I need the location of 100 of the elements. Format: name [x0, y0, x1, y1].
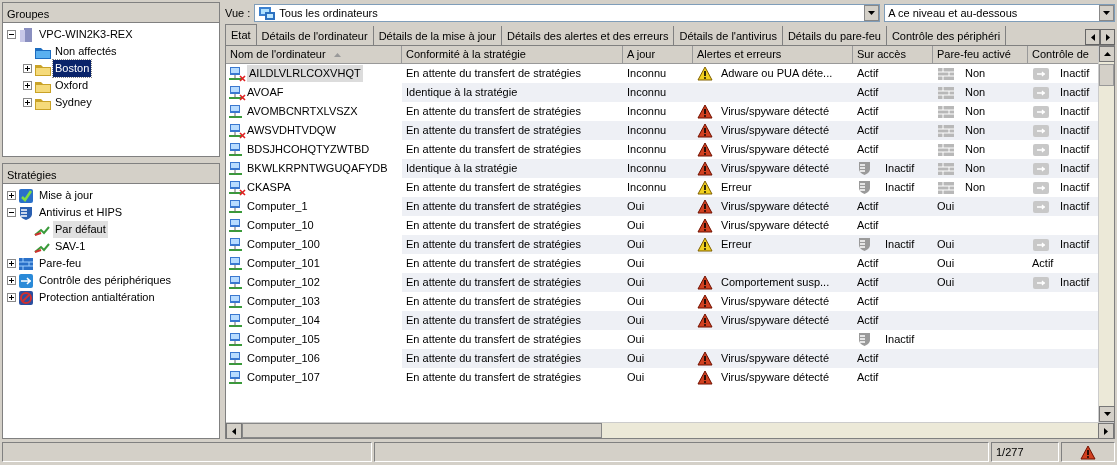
tree-item[interactable]: Antivirus et HIPS	[37, 204, 125, 221]
column-header[interactable]: Conformité à la stratégie	[402, 46, 623, 64]
dropdown-button[interactable]	[1099, 5, 1114, 21]
table-row[interactable]: AVOAF Identique à la stratégie Inconnu Actif Non Inactif	[226, 83, 1098, 102]
scroll-up-button[interactable]	[1099, 46, 1115, 62]
server-icon	[18, 26, 35, 43]
scroll-thumb[interactable]	[1099, 64, 1114, 86]
table-cell-text: Oui	[627, 351, 645, 367]
table-cell[interactable]: Computer_101	[247, 255, 320, 272]
table-cell[interactable]: Computer_105	[247, 331, 320, 348]
tab-scroll-right-button[interactable]	[1100, 29, 1115, 45]
collapse-button[interactable]	[7, 208, 16, 217]
scroll-right-button[interactable]	[1098, 423, 1114, 439]
table-row[interactable]: Computer_103 En attente du transfert de stratégies Oui Virus/spyware détecté Actif	[226, 292, 1098, 311]
column-header[interactable]: Pare-feu activé	[933, 46, 1028, 64]
tab[interactable]: Etat	[225, 24, 257, 45]
table-cell[interactable]: BDSJHCOHQTYZWTBD	[247, 141, 370, 158]
table-cell[interactable]: Computer_103	[247, 293, 320, 310]
view-dropdown[interactable]: Tous les ordinateurs	[254, 4, 881, 22]
table-cell-text: En attente du transfert de stratégies	[406, 123, 581, 139]
horizontal-scrollbar[interactable]	[226, 422, 1114, 438]
table-row[interactable]: AILDLVLRLCOXVHQT En attente du transfert de stratégies Inconnu Adware ou PUA déte... Actif Non Inactif	[226, 64, 1098, 83]
table-cell-text: Inactif	[885, 161, 915, 177]
expand-button[interactable]	[7, 276, 16, 285]
plus-icon	[24, 65, 31, 72]
table-cell-text: Oui	[627, 370, 645, 386]
table-cell-text: En attente du transfert de stratégies	[406, 275, 581, 291]
table-cell-text: Identique à la stratégie	[406, 85, 518, 101]
table-cell-text: Inactif	[1060, 275, 1090, 291]
expand-button[interactable]	[7, 259, 16, 268]
table-row[interactable]: CKASPA En attente du transfert de stratégies Inconnu Erreur Inactif Non Inactif	[226, 178, 1098, 197]
caret-down-icon	[1103, 412, 1111, 416]
scroll-down-button[interactable]	[1099, 406, 1115, 422]
table-row[interactable]: BKWLKRPNTWGUQAFYDB Identique à la stratégie Inconnu Virus/spyware détecté Inactif Non Inactif	[226, 159, 1098, 178]
table-row[interactable]: Computer_105 En attente du transfert de stratégies Oui Inactif	[226, 330, 1098, 349]
scroll-thumb[interactable]	[242, 423, 602, 438]
scroll-left-button[interactable]	[226, 423, 242, 439]
table-cell-text: Oui	[627, 294, 645, 310]
expand-button[interactable]	[23, 98, 32, 107]
table-cell-text: Oui	[627, 218, 645, 234]
table-cell-text: Actif	[857, 104, 879, 120]
tree-item[interactable]: Boston	[53, 60, 92, 77]
table-cell-text: En attente du transfert de stratégies	[406, 180, 581, 196]
tree-item[interactable]: Protection antialtération	[37, 289, 157, 306]
plus-icon	[8, 277, 15, 284]
table-row[interactable]: BDSJHCOHQTYZWTBD En attente du transfert de stratégies Inconnu Virus/spyware détecté Actif Non Inactif	[226, 140, 1098, 159]
table-cell[interactable]: Computer_10	[247, 217, 314, 234]
table-cell[interactable]: CKASPA	[247, 179, 291, 196]
tree-item[interactable]: Par défaut	[53, 221, 108, 238]
table-row[interactable]: Computer_106 En attente du transfert de stratégies Oui Virus/spyware détecté Actif	[226, 349, 1098, 368]
expand-button[interactable]	[23, 64, 32, 73]
table-cell-text: Actif	[857, 351, 879, 367]
table-cell-text: Non	[965, 142, 986, 158]
table-cell[interactable]: Computer_107	[247, 369, 320, 386]
plus-icon	[24, 82, 31, 89]
table-cell-text: Virus/spyware détecté	[721, 218, 830, 234]
expand-button[interactable]	[7, 293, 16, 302]
table-cell-text: Inactif	[1060, 237, 1090, 253]
table-cell-text: Oui	[937, 275, 955, 291]
table-cell-text: Adware ou PUA déte...	[721, 66, 833, 82]
table-cell-text: Actif	[857, 313, 879, 329]
table-row[interactable]: Computer_104 En attente du transfert de stratégies Oui Virus/spyware détecté Actif	[226, 311, 1098, 330]
tree-item[interactable]: Contrôle des périphériques	[37, 272, 174, 289]
table-row[interactable]: Computer_100 En attente du transfert de stratégies Oui Erreur Inactif Oui Inactif	[226, 235, 1098, 254]
table-row[interactable]: AVOMBCNRTXLVSZX En attente du transfert de stratégies Inconnu Virus/spyware détecté Actif Non Inactif	[226, 102, 1098, 121]
table-cell[interactable]: AVOAF	[247, 84, 284, 101]
tree-item[interactable]: Oxford	[53, 77, 90, 94]
table-cell-text: Erreur	[721, 237, 752, 253]
tree-item[interactable]: VPC-WIN2K3-REX	[37, 26, 135, 43]
dropdown-button[interactable]	[864, 5, 880, 21]
table-cell-text: Oui	[627, 332, 645, 348]
collapse-button[interactable]	[7, 30, 16, 39]
table-row[interactable]: Computer_102 En attente du transfert de stratégies Oui Comportement susp... Actif Oui Inactif	[226, 273, 1098, 292]
tree-item[interactable]: Non affectés	[53, 43, 119, 60]
tree-item[interactable]: SAV-1	[53, 238, 88, 255]
table-cell[interactable]: AVOMBCNRTXLVSZX	[247, 103, 358, 120]
table-row[interactable]: Computer_1 En attente du transfert de stratégies Oui Virus/spyware détecté Actif Oui Inactif	[226, 197, 1098, 216]
table-row[interactable]: Computer_101 En attente du transfert de stratégies Oui Actif Oui Actif	[226, 254, 1098, 273]
table-row[interactable]: Computer_107 En attente du transfert de stratégies Oui Virus/spyware détecté Actif	[226, 368, 1098, 387]
tree-item[interactable]: Pare-feu	[37, 255, 84, 272]
table-cell[interactable]: AILDLVLRLCOXVHQT	[247, 65, 363, 82]
table-cell-text: Virus/spyware détecté	[721, 104, 830, 120]
expand-button[interactable]	[7, 191, 16, 200]
column-header[interactable]: A jour	[623, 46, 693, 64]
plus-icon	[24, 99, 31, 106]
table-cell-text: En attente du transfert de stratégies	[406, 294, 581, 310]
sort-icon	[333, 52, 341, 57]
expand-button[interactable]	[23, 81, 32, 90]
table-cell-text: Actif	[857, 123, 879, 139]
caret-right-icon	[1105, 33, 1110, 41]
column-header[interactable]: Alertes et erreurs	[693, 46, 853, 64]
tab-scroll-left-button[interactable]	[1085, 29, 1100, 45]
column-header[interactable]: Sur accès	[853, 46, 933, 64]
scope-dropdown[interactable]: A ce niveau et au-dessous	[884, 4, 1115, 22]
tree-item[interactable]: Sydney	[53, 94, 94, 111]
table-row[interactable]: Computer_10 En attente du transfert de stratégies Oui Virus/spyware détecté Actif	[226, 216, 1098, 235]
table-cell-text: Inactif	[1060, 85, 1090, 101]
tree-item[interactable]: Mise à jour	[37, 187, 95, 204]
table-row[interactable]: AWSVDHTVDQW En attente du transfert de stratégies Inconnu Virus/spyware détecté Actif Non Inactif	[226, 121, 1098, 140]
vertical-scrollbar[interactable]	[1098, 46, 1114, 422]
